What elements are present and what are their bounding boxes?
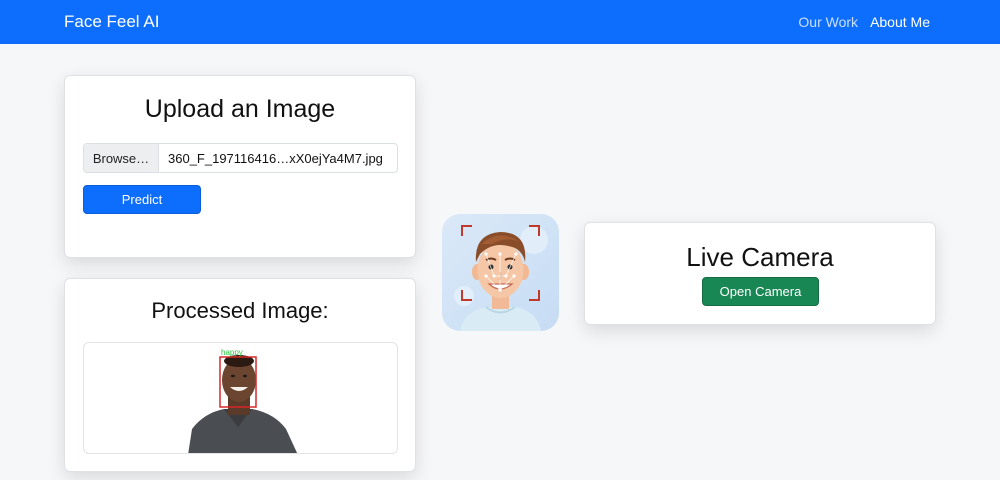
open-camera-button[interactable]: Open Camera — [702, 277, 819, 306]
browse-button[interactable]: Browse… — [84, 144, 159, 172]
predict-button[interactable]: Predict — [83, 185, 201, 214]
processed-title: Processed Image: — [151, 298, 329, 323]
upload-card: Upload an Image Browse… 360_F_197116416…… — [64, 75, 416, 258]
face-scan-logo-icon — [442, 214, 559, 331]
navbar: Face Feel AI Our Work About Me — [0, 0, 1000, 44]
upload-title: Upload an Image — [144, 95, 336, 123]
file-input[interactable]: Browse… 360_F_197116416…xX0ejYa4M7.jpg — [83, 143, 398, 173]
nav-link-our-work[interactable]: Our Work — [798, 14, 858, 30]
processed-card: Processed Image: happy — [64, 278, 416, 472]
brand-logo-text[interactable]: Face Feel AI — [64, 12, 159, 32]
live-camera-card: Live Camera Open Camera — [584, 222, 936, 325]
nav-links: Our Work About Me — [798, 14, 930, 30]
selected-file-name: 360_F_197116416…xX0ejYa4M7.jpg — [168, 150, 383, 166]
live-camera-title: Live Camera — [686, 242, 834, 272]
processed-photo: happy — [188, 348, 298, 453]
emotion-label: happy — [221, 348, 243, 357]
processed-image: happy — [83, 342, 398, 454]
nav-link-about-me[interactable]: About Me — [870, 14, 930, 30]
